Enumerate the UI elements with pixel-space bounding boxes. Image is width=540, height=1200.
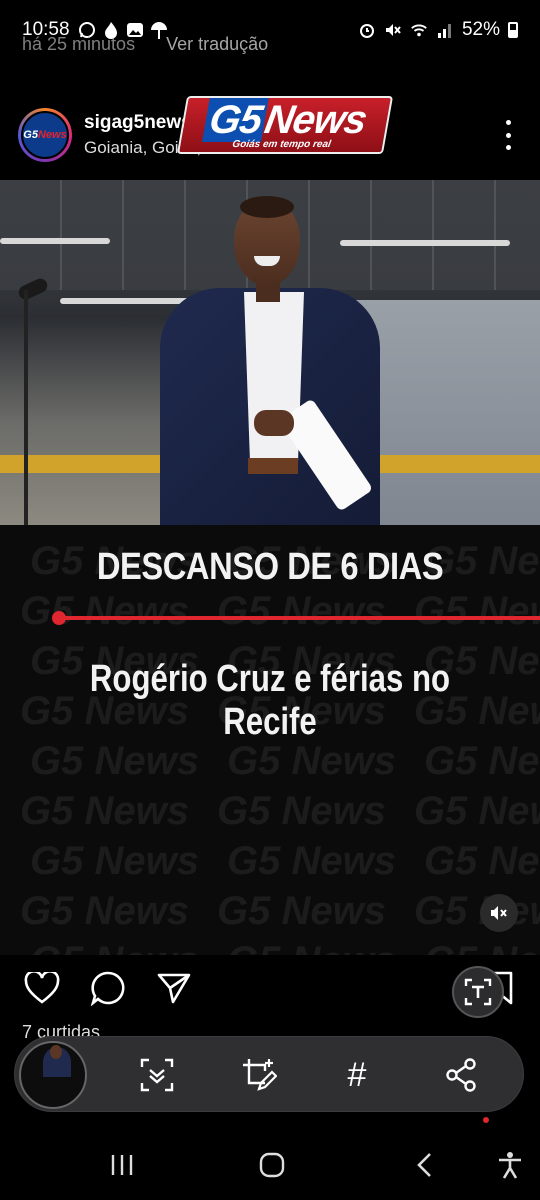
avatar-logo-news: News bbox=[37, 129, 67, 141]
screenshot-thumbnail[interactable] bbox=[19, 1041, 87, 1109]
see-translation-link[interactable]: Ver tradução bbox=[166, 34, 268, 54]
watermark-text: G5 News bbox=[413, 789, 540, 833]
text-scan-icon bbox=[464, 978, 492, 1006]
watermark-text: G5 News bbox=[226, 739, 396, 783]
watermark-text: G5 News bbox=[413, 589, 540, 633]
post-photo[interactable] bbox=[0, 180, 540, 525]
watermark-text: G5 News bbox=[226, 839, 396, 883]
watermark-text: G5 News bbox=[423, 739, 540, 783]
logo-wordmark: G5News bbox=[202, 97, 370, 142]
system-nav-bar bbox=[0, 1130, 540, 1200]
mute-icon bbox=[384, 21, 402, 39]
accessibility-icon[interactable] bbox=[490, 1148, 530, 1182]
watermark-row: G5 NewsG5 NewsG5 NewsG5 News bbox=[30, 739, 540, 784]
watermark-row: G5 NewsG5 NewsG5 NewsG5 News bbox=[20, 589, 540, 634]
avatar-logo-g5: G5 bbox=[23, 129, 38, 141]
share-icon[interactable] bbox=[154, 968, 194, 1008]
battery-percent: 52% bbox=[461, 19, 500, 40]
watermark-text: G5 News bbox=[216, 589, 386, 633]
watermark-text: G5 News bbox=[413, 889, 540, 933]
watermark-row: G5 NewsG5 NewsG5 NewsG5 News bbox=[30, 839, 540, 884]
avatar[interactable]: G5 News bbox=[18, 108, 72, 162]
watermark-text: G5 News bbox=[216, 789, 386, 833]
post-subheadline: Rogério Cruz e férias no Recife bbox=[89, 658, 451, 743]
watermark-text: G5 News bbox=[424, 939, 540, 955]
divider-line bbox=[58, 616, 540, 620]
watermark-text: G5 News bbox=[30, 739, 199, 783]
notification-dot bbox=[483, 1117, 489, 1123]
hashtag-icon[interactable]: # bbox=[337, 1055, 377, 1095]
smart-select-icon[interactable] bbox=[137, 1055, 177, 1095]
microphone-stand bbox=[24, 290, 28, 525]
heart-icon[interactable] bbox=[22, 968, 62, 1008]
logo-news: News bbox=[261, 97, 370, 142]
post-username[interactable]: sigag5news bbox=[84, 112, 192, 134]
watermark-text: G5 News bbox=[20, 789, 189, 833]
watermark-text: G5 News bbox=[216, 889, 386, 933]
watermark-text: G5 News bbox=[30, 939, 199, 955]
post-header: G5 News sigag5news Goiania, Goiás, Brasil… bbox=[0, 96, 540, 176]
watermark-row: G5 NewsG5 NewsG5 NewsG5 News bbox=[20, 789, 540, 834]
previous-comment-meta: há 25 minutos Ver tradução bbox=[22, 34, 294, 55]
watermark-text: G5 News bbox=[423, 839, 540, 883]
logo-subtitle: Goiás em tempo real bbox=[231, 138, 332, 150]
avatar-logo: G5 News bbox=[21, 111, 69, 159]
watermark-row: G5 NewsG5 NewsG5 NewsG5 News bbox=[30, 939, 540, 955]
share-icon[interactable] bbox=[441, 1055, 481, 1095]
comment-icon[interactable] bbox=[88, 968, 128, 1008]
speaker-muted-icon bbox=[491, 906, 507, 920]
crop-edit-icon[interactable] bbox=[239, 1055, 279, 1095]
logo-g5: G5 bbox=[202, 97, 270, 142]
watermark-text: G5 News bbox=[30, 839, 199, 883]
signal-icon bbox=[436, 21, 454, 39]
watermark-text: G5 News bbox=[20, 889, 189, 933]
capture-toolbar: # bbox=[14, 1036, 524, 1112]
watermark-text: G5 News bbox=[227, 939, 396, 955]
alarm-icon bbox=[358, 21, 376, 39]
comment-time-ago: há 25 minutos bbox=[22, 34, 136, 54]
wifi-icon bbox=[410, 21, 428, 39]
more-options-icon[interactable] bbox=[494, 120, 522, 150]
text-scan-button[interactable] bbox=[452, 966, 504, 1018]
back-icon[interactable] bbox=[404, 1148, 444, 1182]
home-icon[interactable] bbox=[252, 1148, 292, 1182]
watermark-text: G5 News bbox=[20, 589, 189, 633]
mute-toggle-button[interactable] bbox=[480, 894, 518, 932]
post-headline: DESCANSO DE 6 DIAS bbox=[96, 546, 444, 588]
photo-subject bbox=[160, 196, 390, 525]
watermark-row: G5 NewsG5 NewsG5 NewsG5 News bbox=[20, 889, 540, 934]
system-icons: 52% bbox=[358, 19, 518, 41]
g5-news-logo: G5News Goiás em tempo real bbox=[176, 96, 394, 154]
photo-light bbox=[0, 238, 110, 244]
battery-icon bbox=[508, 22, 518, 38]
recents-icon[interactable] bbox=[102, 1148, 142, 1182]
